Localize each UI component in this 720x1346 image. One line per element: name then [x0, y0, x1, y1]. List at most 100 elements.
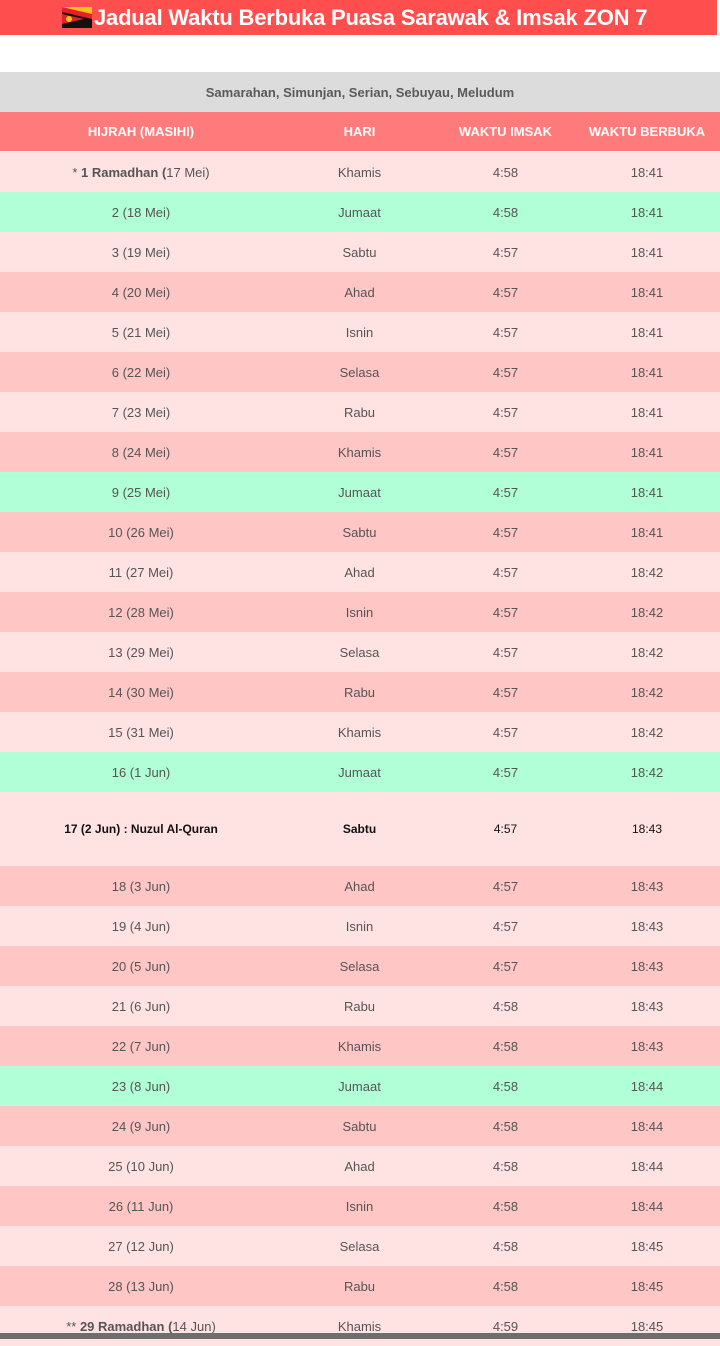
- berbuka-cell: 18:44: [630, 1078, 664, 1094]
- imsak-cell: 4:57: [493, 822, 518, 836]
- imsak-cell: 4:57: [492, 764, 519, 780]
- table-header: HIJRAH (MASIHI) HARI WAKTU IMSAK WAKTU B…: [0, 112, 720, 151]
- imsak-cell: 4:58: [492, 1158, 519, 1174]
- berbuka-cell: 18:42: [630, 644, 664, 660]
- table-row: 8 (24 Mei) Khamis 4:57 18:41: [0, 432, 720, 472]
- imsak-cell: 4:58: [492, 998, 519, 1014]
- date-cell: 18 (3 Jun): [111, 878, 171, 894]
- table-row: 22 (7 Jun) Khamis 4:58 18:43: [0, 1026, 720, 1066]
- day-cell: Jumaat: [338, 204, 381, 220]
- table-row: 24 (9 Jun) Sabtu 4:58 18:44: [0, 1106, 720, 1146]
- day-cell: Jumaat: [338, 764, 381, 780]
- imsak-cell: 4:58: [492, 1198, 519, 1214]
- day-cell: Khamis: [337, 1318, 382, 1334]
- berbuka-cell: 18:43: [630, 918, 664, 934]
- berbuka-cell: 18:45: [630, 1278, 664, 1294]
- imsak-cell: 4:57: [492, 604, 519, 620]
- imsak-cell: 4:58: [492, 204, 519, 220]
- date-cell: 16 (1 Jun): [111, 764, 171, 780]
- table-row: 6 (22 Mei) Selasa 4:57 18:41: [0, 352, 720, 392]
- table-row: 15 (31 Mei) Khamis 4:57 18:42: [0, 712, 720, 752]
- imsak-cell: 4:57: [492, 878, 519, 894]
- table-row: 5 (21 Mei) Isnin 4:57 18:41: [0, 312, 720, 352]
- berbuka-cell: 18:43: [630, 1038, 664, 1054]
- date-cell: 27 (12 Jun): [108, 1238, 174, 1254]
- imsak-cell: 4:57: [492, 244, 519, 260]
- nuzul-quran-row: 17 (2 Jun) : Nuzul Al-Quran Sabtu 4:57 18:4…: [0, 792, 720, 866]
- date-cell: 19 (4 Jun): [111, 918, 171, 934]
- date-cell: * 1 Ramadhan (17 Mei): [72, 164, 210, 180]
- berbuka-cell: 18:41: [630, 164, 664, 180]
- berbuka-cell: 18:42: [630, 604, 664, 620]
- berbuka-cell: 18:45: [630, 1238, 664, 1254]
- imsak-cell: 4:57: [492, 644, 519, 660]
- date-cell: 8 (24 Mei): [111, 444, 171, 460]
- day-cell: Isnin: [345, 324, 374, 340]
- table-row: 18 (3 Jun) Ahad 4:57 18:43: [0, 866, 720, 906]
- date-cell: 23 (8 Jun): [111, 1078, 171, 1094]
- day-cell: Rabu: [343, 998, 376, 1014]
- berbuka-cell: 18:41: [630, 444, 664, 460]
- date-cell: 9 (25 Mei): [111, 484, 171, 500]
- date-cell: 11 (27 Mei): [108, 564, 174, 580]
- berbuka-cell: 18:41: [630, 404, 664, 420]
- imsak-cell: 4:58: [492, 1238, 519, 1254]
- day-cell: Isnin: [345, 918, 374, 934]
- sarawak-flag-icon: [62, 7, 92, 28]
- day-cell: Sabtu: [342, 524, 377, 540]
- berbuka-cell: 18:41: [630, 284, 664, 300]
- berbuka-cell: 18:42: [630, 684, 664, 700]
- day-cell: Jumaat: [338, 1078, 381, 1094]
- table-row: 3 (19 Mei) Sabtu 4:57 18:41: [0, 232, 720, 272]
- table-row: 12 (28 Mei) Isnin 4:57 18:42: [0, 592, 720, 632]
- date-cell: 12 (28 Mei): [108, 604, 174, 620]
- day-cell: Ahad: [344, 284, 375, 300]
- date-cell: 25 (10 Jun): [108, 1158, 174, 1174]
- berbuka-cell: 18:43: [630, 878, 664, 894]
- date-cell: 21 (6 Jun): [111, 998, 171, 1014]
- imsak-cell: 4:58: [492, 1118, 519, 1134]
- table-row: 9 (25 Mei) Jumaat 4:57 18:41: [0, 472, 720, 512]
- table-row: 25 (10 Jun) Ahad 4:58 18:44: [0, 1146, 720, 1186]
- table-row: 7 (23 Mei) Rabu 4:57 18:41: [0, 392, 720, 432]
- date-cell: 10 (26 Mei): [108, 524, 174, 540]
- day-cell: Jumaat: [338, 484, 381, 500]
- date-cell: 17 (2 Jun) : Nuzul Al-Quran: [64, 822, 218, 836]
- berbuka-cell: 18:44: [630, 1198, 664, 1214]
- date-cell: 3 (19 Mei): [111, 244, 171, 260]
- table-row: 4 (20 Mei) Ahad 4:57 18:41: [0, 272, 720, 312]
- date-cell: ** 29 Ramadhan (14 Jun): [66, 1318, 216, 1334]
- table-row: 28 (13 Jun) Rabu 4:58 18:45: [0, 1266, 720, 1306]
- date-cell: 24 (9 Jun): [111, 1118, 171, 1134]
- date-cell: 7 (23 Mei): [111, 404, 171, 420]
- table-row: 11 (27 Mei) Ahad 4:57 18:42: [0, 552, 720, 592]
- table-row: 21 (6 Jun) Rabu 4:58 18:43: [0, 986, 720, 1026]
- date-cell: 4 (20 Mei): [111, 284, 171, 300]
- date-cell: 22 (7 Jun): [111, 1038, 171, 1054]
- table-row: 13 (29 Mei) Selasa 4:57 18:42: [0, 632, 720, 672]
- day-cell: Sabtu: [342, 244, 377, 260]
- date-cell: 13 (29 Mei): [108, 644, 174, 660]
- title-bar: Jadual Waktu Berbuka Puasa Sarawak & Ims…: [0, 0, 717, 35]
- imsak-cell: 4:58: [492, 164, 519, 180]
- table-row: 16 (1 Jun) Jumaat 4:57 18:42: [0, 752, 720, 792]
- berbuka-cell: 18:41: [630, 324, 664, 340]
- imsak-cell: 4:58: [492, 1078, 519, 1094]
- table-row: 27 (12 Jun) Selasa 4:58 18:45: [0, 1226, 720, 1266]
- imsak-cell: 4:57: [492, 564, 519, 580]
- table-row: 2 (18 Mei) Jumaat 4:58 18:41: [0, 192, 720, 232]
- day-cell: Selasa: [339, 1238, 380, 1254]
- day-cell: Rabu: [343, 404, 376, 420]
- imsak-cell: 4:57: [492, 324, 519, 340]
- imsak-cell: 4:57: [492, 444, 519, 460]
- zone-areas: Samarahan, Simunjan, Serian, Sebuyau, Me…: [0, 72, 720, 112]
- day-cell: Ahad: [344, 1158, 375, 1174]
- day-cell: Selasa: [339, 644, 380, 660]
- berbuka-cell: 18:44: [630, 1158, 664, 1174]
- day-cell: Rabu: [343, 684, 376, 700]
- header-berbuka: WAKTU BERBUKA: [588, 124, 706, 139]
- day-cell: Sabtu: [342, 1118, 377, 1134]
- day-cell: Khamis: [337, 1038, 382, 1054]
- date-cell: 15 (31 Mei): [108, 724, 174, 740]
- berbuka-cell: 18:44: [630, 1118, 664, 1134]
